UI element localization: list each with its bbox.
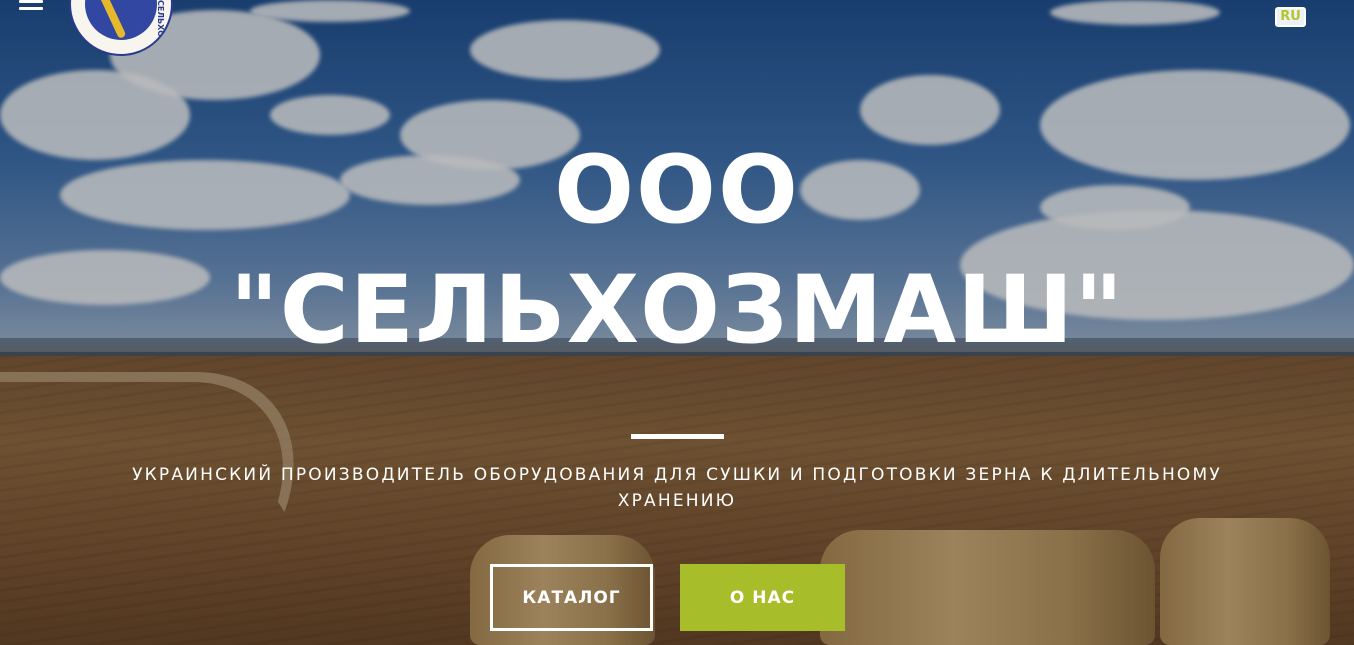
title-divider	[631, 434, 724, 439]
page-title-line-2: "СЕЛЬХОЗМАШ"	[229, 256, 1125, 365]
catalog-button[interactable]: КАТАЛОГ	[490, 564, 653, 631]
hero-subtitle: УКРАИНСКИЙ ПРОИЗВОДИТЕЛЬ ОБОРУДОВАНИЯ ДЛ…	[132, 465, 1222, 511]
about-us-button[interactable]: О НАС	[680, 564, 845, 631]
logo-text: СЕЛЬХОЗМАШ	[156, 0, 165, 56]
hamburger-menu-icon[interactable]	[19, 0, 43, 12]
page-title-line-1: ООО	[554, 136, 800, 245]
language-switcher[interactable]: RU	[1275, 7, 1306, 27]
